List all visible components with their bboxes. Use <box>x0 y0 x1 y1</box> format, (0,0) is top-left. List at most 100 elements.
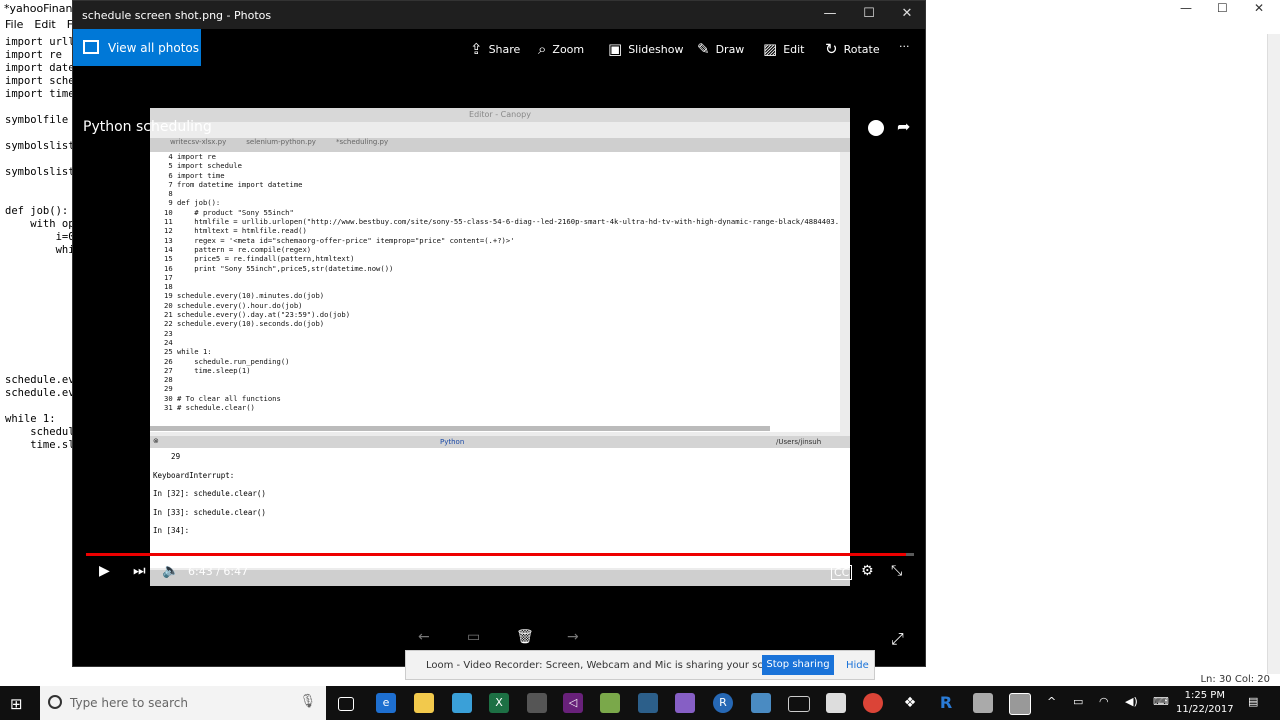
terminal-icon[interactable] <box>788 696 810 712</box>
store-icon[interactable] <box>452 693 472 713</box>
video-player[interactable]: Editor - Canopy writecsv-xlsx.py selenium… <box>73 66 925 666</box>
close-icon: ⊗ <box>153 437 159 445</box>
code-line: schedule.ev <box>5 374 75 386</box>
canopy-code-line: 29 <box>164 384 173 394</box>
share-icon: ⇪ <box>470 40 483 58</box>
slideshow-icon: ▣ <box>608 40 623 58</box>
console-line: In [34]: <box>153 526 190 535</box>
volume-icon[interactable]: 🔈 <box>162 563 179 579</box>
share-arrow-icon[interactable]: ➦ <box>897 117 910 136</box>
chevron-up-icon[interactable]: ^ <box>1047 695 1056 708</box>
app-icon[interactable] <box>751 693 771 713</box>
rstudio-icon[interactable]: R <box>936 693 956 713</box>
editor-status: Ln: 30 Col: 20 <box>1200 674 1270 685</box>
zoom-button[interactable]: ⌕ Zoom <box>538 40 584 58</box>
next-arrow-icon[interactable]: → <box>567 629 579 645</box>
next-icon[interactable]: ⏭ <box>133 563 146 579</box>
more-button[interactable]: ··· <box>899 40 910 53</box>
canopy-code-line: 7 from datetime import datetime <box>164 179 303 189</box>
canopy-code-line: 23 <box>164 328 173 338</box>
console-line: In [33]: schedule.clear() <box>153 507 266 517</box>
play-icon[interactable]: ▶ <box>99 563 110 579</box>
dropbox-icon[interactable]: ❖ <box>900 693 920 713</box>
edge-icon[interactable]: e <box>376 693 396 713</box>
hide-link[interactable]: Hide <box>846 660 869 671</box>
app-icon[interactable] <box>527 693 547 713</box>
canopy-code-line: 24 <box>164 337 173 347</box>
menu-edit[interactable]: Edit <box>34 18 55 31</box>
video-frame: Editor - Canopy writecsv-xlsx.py selenium… <box>150 108 850 586</box>
edit-button[interactable]: ▨ Edit <box>763 40 805 58</box>
settings-gear-icon[interactable]: ⚙ <box>861 563 874 579</box>
draw-button[interactable]: ✎ Draw <box>697 40 744 58</box>
clock-date: 11/22/2017 <box>1176 704 1234 715</box>
chrome-icon[interactable] <box>863 693 883 713</box>
close-icon[interactable]: ✕ <box>1254 1 1264 15</box>
captions-icon[interactable]: CC <box>831 565 853 580</box>
view-all-photos-button[interactable]: View all photos <box>73 29 201 67</box>
app-icon[interactable] <box>973 693 993 713</box>
scrollbar[interactable] <box>1267 34 1280 674</box>
microphone-icon[interactable]: 🎙 <box>299 694 316 709</box>
previous-arrow-icon[interactable]: ← <box>418 629 430 645</box>
wifi-icon[interactable]: ◠ <box>1099 695 1109 708</box>
edit-label: Edit <box>783 42 805 56</box>
canopy-code-line: 22 schedule.every(10).seconds.do(job) <box>164 319 325 329</box>
watch-later-icon[interactable] <box>868 120 884 136</box>
minimize-icon[interactable]: — <box>1180 1 1192 15</box>
clock-time: 1:25 PM <box>1184 690 1225 701</box>
battery-icon[interactable]: ▭ <box>1073 695 1083 708</box>
menu-file[interactable]: File <box>5 18 23 31</box>
code-line: def job(): <box>5 205 69 217</box>
canopy-statusbar <box>150 570 850 586</box>
volume-icon[interactable]: ◀) <box>1125 695 1138 708</box>
slideshow-label: Slideshow <box>628 42 684 56</box>
canopy-code-line: 25 while 1: <box>164 347 212 357</box>
app-icon[interactable] <box>638 693 658 713</box>
notepad-plus-icon[interactable] <box>600 693 620 713</box>
excel-icon[interactable]: X <box>489 693 509 713</box>
code-line: schedul <box>5 426 75 438</box>
rotate-button[interactable]: ↻ Rotate <box>825 40 880 58</box>
delete-icon[interactable]: 🗑 <box>516 629 534 645</box>
maximize-icon[interactable]: ☐ <box>1217 1 1228 15</box>
visual-studio-icon[interactable]: ◁ <box>563 693 583 713</box>
minimize-icon[interactable]: — <box>820 6 840 21</box>
fullscreen-icon[interactable]: ⤢ <box>891 629 904 649</box>
stop-sharing-button[interactable]: Stop sharing <box>762 655 834 675</box>
system-clock[interactable]: 1:25 PM 11/22/2017 <box>1176 689 1234 717</box>
background-code-area[interactable]: import urlli import re import date import s… <box>5 36 81 452</box>
share-button[interactable]: ⇪ Share <box>470 40 520 58</box>
slideshow-button[interactable]: ▣ Slideshow <box>608 40 683 58</box>
r-icon[interactable]: R <box>713 693 733 713</box>
canopy-code-line: 14 pattern = re.compile(regex) <box>164 244 312 254</box>
video-progress-bar[interactable] <box>86 553 914 556</box>
maximize-icon[interactable]: ☐ <box>859 6 879 21</box>
visual-studio-code-icon[interactable] <box>675 693 695 713</box>
task-view-icon[interactable] <box>338 697 354 711</box>
video-time: 6:43 / 6:47 <box>188 565 249 578</box>
view-all-photos-label: View all photos <box>108 41 199 55</box>
windows-start-icon[interactable]: ⊞ <box>10 695 23 713</box>
console-line: In [32]: schedule.clear() <box>153 489 266 498</box>
console-header-label: Python <box>440 438 465 446</box>
keyboard-icon[interactable]: ⌨ <box>1153 695 1169 708</box>
slideshow-nav-icon[interactable]: ▭ <box>467 629 480 645</box>
file-explorer-icon[interactable] <box>414 693 434 713</box>
python-console-header: ⊗ Python /Users/jinsuh <box>150 436 850 448</box>
photos-taskbar-icon[interactable] <box>1009 693 1031 715</box>
canopy-titlebar: Editor - Canopy <box>150 108 850 122</box>
canopy-code: 4 import re 5 import schedule 6 import t… <box>150 152 840 432</box>
notepad-icon[interactable] <box>826 693 846 713</box>
photos-window-title: schedule screen shot.png - Photos <box>82 9 272 22</box>
exit-fullscreen-icon[interactable]: ⤡ <box>891 563 902 579</box>
background-window-title: *yahooFinan <box>4 2 73 15</box>
code-line: schedule.ev <box>5 387 75 399</box>
notifications-icon[interactable]: ▤ <box>1248 695 1258 708</box>
taskbar-search-box[interactable]: Type here to search 🎙 <box>40 686 326 720</box>
close-icon[interactable]: ✕ <box>897 6 917 21</box>
more-icon: ··· <box>899 40 910 53</box>
